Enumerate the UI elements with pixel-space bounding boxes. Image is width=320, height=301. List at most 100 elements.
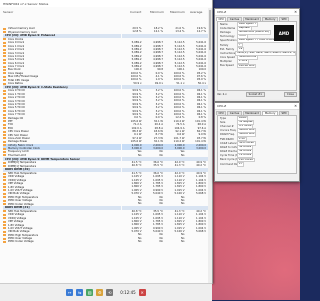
sensor-row[interactable]: PMIC Under Voltage: [3, 240, 121, 243]
cpuz-titlebar[interactable]: CPU-Z: [215, 103, 299, 110]
sensor-value: No: [159, 240, 163, 244]
close-icon[interactable]: ✕: [294, 104, 297, 108]
sensor-icon: [3, 93, 6, 96]
column-header-average[interactable]: Average: [190, 10, 202, 16]
cpuz-titlebar[interactable]: CPU-Z: [215, 9, 299, 16]
sensor-value-row: No No No: [122, 202, 208, 205]
sensor-value: No: [159, 202, 163, 206]
sensor-icon: [3, 134, 6, 137]
field-label: FSB:DRAM: [220, 137, 234, 141]
collapse-icon[interactable]: ⇆: [76, 289, 84, 296]
hwinfo-scrollbar[interactable]: [208, 8, 212, 283]
sensor-value-row: 40.8 °C 35.5 °C 41.3 °C 40.2 °C: [122, 164, 208, 167]
field-label: Core Speed: [220, 56, 235, 60]
column-header-maximum[interactable]: Maximum: [170, 10, 185, 16]
sensor-icon: [3, 72, 6, 75]
sensor-row[interactable]: DIMM[1] Temperature: [3, 164, 121, 168]
selection-dropdown[interactable]: Socket #1: [245, 92, 265, 97]
sensor-icon: [3, 79, 6, 82]
sensor-icon: [3, 192, 6, 195]
sensor-icon: [3, 45, 6, 48]
sensor-icon: [3, 106, 6, 109]
sensor-value: [187, 240, 209, 243]
sensor-value-row: 50.9 x 49.9 x 51.1 x 50.4 x: [122, 82, 208, 85]
field-label: CAS# Latency: [220, 141, 239, 145]
field-label: Package: [220, 30, 231, 34]
column-header-sensor[interactable]: Sensor: [3, 10, 13, 16]
hwinfo-title: HWiNFO64 v7.x Sensor Status: [3, 1, 49, 6]
sensor-icon: [3, 31, 6, 34]
chart-icon[interactable]: ▥: [86, 289, 94, 296]
sensor-icon: [3, 189, 6, 192]
sensor-icon: [3, 217, 6, 220]
sensor-icon: [3, 147, 6, 150]
close-icon[interactable]: ✕: [138, 289, 146, 296]
sensor-icon: [3, 117, 6, 120]
sensor-row[interactable]: Core Ratios: [3, 82, 121, 85]
sensor-icon: [3, 58, 6, 61]
field-label: Type: [220, 116, 226, 120]
sensor-icon: [3, 234, 6, 237]
field-label: Multiplier: [220, 60, 233, 64]
sensor-value: 50.9 x: [133, 81, 142, 85]
sensor-icon: [3, 68, 6, 71]
hwinfo-window: HWiNFO64 v7.x Sensor Status Sensor Curre…: [0, 0, 213, 284]
sensor-icon: [3, 230, 6, 233]
sensor-value: 12.8 %: [132, 30, 142, 34]
sensor-value: 12.7 %: [196, 30, 206, 34]
sensor-row[interactable]: Physical memory load: [3, 30, 121, 34]
sensor-icon: [3, 41, 6, 44]
sensor-value: 40.2 °C: [196, 164, 206, 168]
sensor-icon: [3, 27, 6, 30]
sensor-value: No: [180, 240, 185, 244]
field-label: Instructions: [220, 51, 236, 55]
close-icon[interactable]: ✕: [294, 10, 297, 14]
sensor-icon: [3, 82, 6, 85]
sensor-icon: [3, 237, 6, 240]
sensor-icon: [3, 127, 6, 130]
sensor-icon: [3, 100, 6, 103]
scroll-thumb[interactable]: [209, 10, 211, 50]
sensor-value: No: [180, 153, 185, 157]
sensor-value-row: No No No: [122, 240, 208, 243]
sensor-icon: [3, 227, 6, 230]
sensor-value: No: [180, 202, 185, 206]
sensor-icon: [3, 165, 6, 168]
sensor-label: Thermal Limit: [8, 153, 26, 157]
sensor-value: No: [159, 153, 163, 157]
sensor-icon: [3, 52, 6, 55]
reset-icon[interactable]: ⟲: [106, 289, 114, 296]
sensor-value: 51.1 x: [176, 81, 185, 85]
sensor-icon: [3, 96, 6, 99]
hwinfo-toolbar: ↔ ⇆ ▥ ⚙ ⟲ 0:12:45 ✕: [0, 283, 212, 301]
sensor-label: PMIC Under Voltage: [8, 202, 34, 206]
sensor-icon: [3, 161, 6, 164]
column-header-current[interactable]: Current: [130, 10, 141, 16]
field-label: DRAM Freq.: [220, 133, 235, 137]
close-button[interactable]: Close: [283, 92, 297, 97]
sensor-icon: [3, 210, 6, 213]
field-label: RAS# to CAS#: [220, 145, 239, 149]
field-label: Name: [220, 22, 228, 26]
sensor-row[interactable]: PMIC Under Voltage: [3, 202, 121, 206]
sensor-value: [187, 154, 209, 157]
sensor-icon: [3, 224, 6, 226]
sensor-icon: [3, 130, 6, 133]
cpuz-cpu-window: CPU-Z ✕ CPU Caches Mainboard Memory SPD …: [214, 8, 300, 102]
sensor-value: No: [137, 240, 142, 244]
field-label: Specification: [220, 39, 237, 43]
sensor-icon: [3, 203, 6, 206]
sensor-row[interactable]: Thermal Limit: [3, 154, 121, 157]
expand-icon[interactable]: ↔: [66, 289, 74, 296]
sensor-label: DIMM[1] Temperature: [8, 164, 37, 168]
sensor-value: 41.3 °C: [174, 164, 185, 168]
sensor-icon: [3, 38, 6, 41]
sensor-icon: [3, 110, 6, 113]
settings-icon[interactable]: ⚙: [96, 289, 104, 296]
sensor-icon: [3, 120, 6, 123]
column-header-minimum[interactable]: Minimum: [150, 10, 164, 16]
field-label: Cycle Time (tRAS): [220, 154, 244, 158]
hwinfo-titlebar[interactable]: HWiNFO64 v7.x Sensor Status: [0, 0, 212, 7]
sensor-icon: [3, 140, 6, 143]
field-label: Size: [220, 120, 226, 124]
